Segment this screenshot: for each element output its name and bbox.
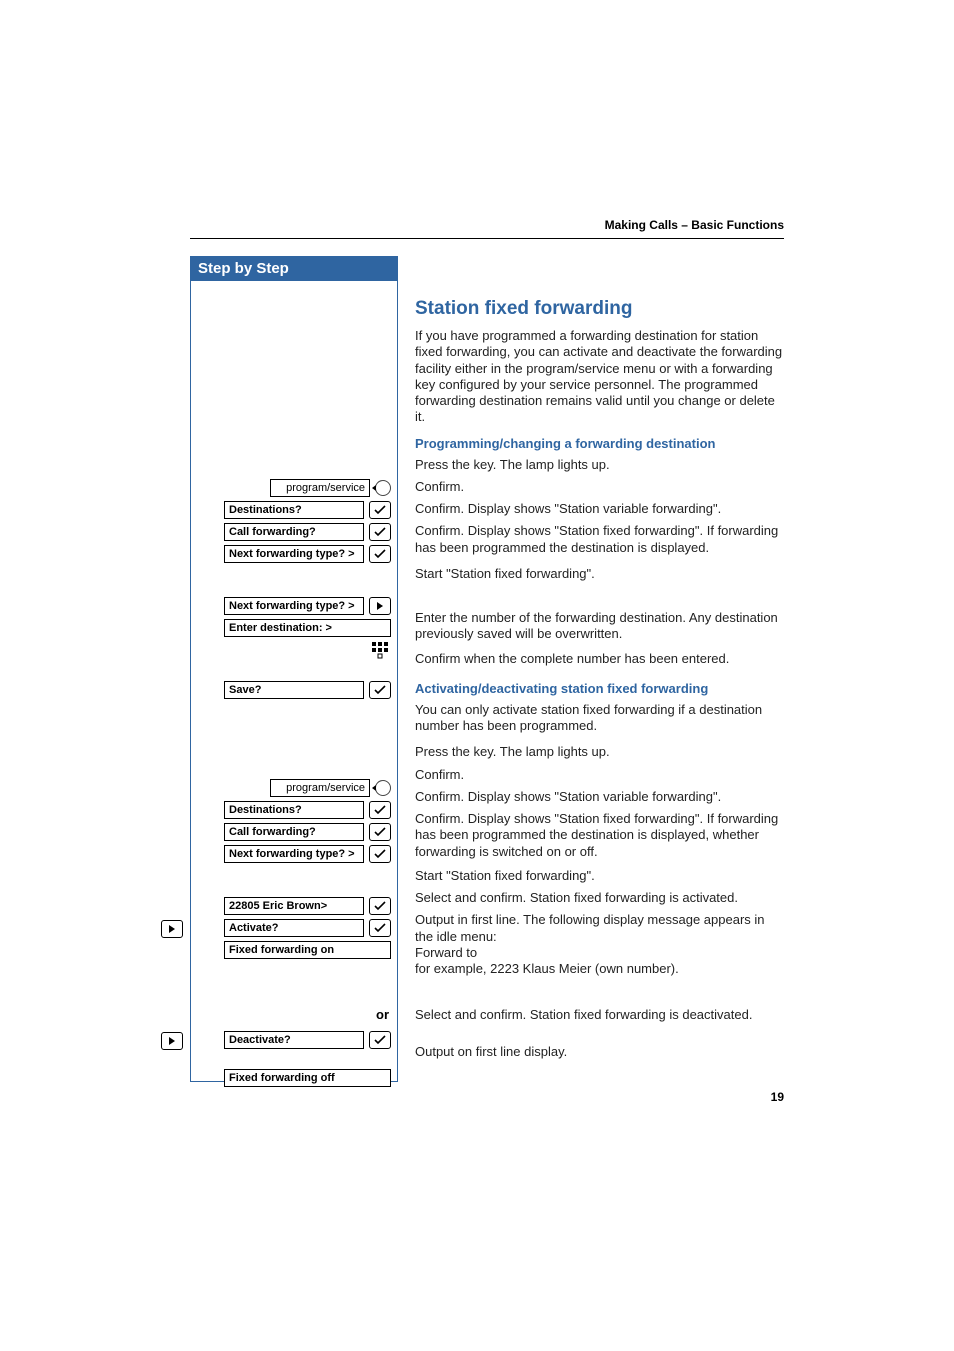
- text-confirm-saved: Confirm when the complete number has bee…: [415, 651, 785, 667]
- label-fixed-on: Fixed forwarding on: [224, 941, 391, 959]
- label-call-forwarding: Call forwarding?: [224, 523, 364, 541]
- section-heading: Station fixed forwarding: [415, 298, 785, 320]
- right-arrow-icon: [161, 920, 183, 939]
- step-destinations-2: Destinations?: [191, 801, 397, 819]
- step-eric-brown: 22805 Eric Brown>: [191, 897, 397, 915]
- text-output-first-line: Output on first line display.: [415, 1044, 785, 1060]
- step-program-service-2: program/service: [191, 779, 397, 797]
- page-number: 19: [771, 1090, 784, 1104]
- label-next-forwarding-type: Next forwarding type? >: [224, 597, 364, 615]
- step-next-forwarding-type-arrow: Next forwarding type? >: [191, 597, 397, 615]
- step-deactivate: Deactivate?: [191, 1031, 397, 1049]
- check-icon: [369, 801, 391, 819]
- text-confirm-1: Confirm.: [415, 479, 785, 495]
- content-column: Station fixed forwarding If you have pro…: [415, 298, 785, 1066]
- text-confirm-variable-1: Confirm. Display shows "Station variable…: [415, 501, 785, 517]
- label-deactivate: Deactivate?: [224, 1031, 364, 1049]
- keypad-icon: [371, 641, 391, 661]
- step-next-forwarding-type-2: Next forwarding type? >: [191, 845, 397, 863]
- step-call-forwarding-1: Call forwarding?: [191, 523, 397, 541]
- subsection-1-heading: Programming/changing a forwarding destin…: [415, 436, 785, 451]
- text-output-first-line-msg: Output in first line. The following disp…: [415, 912, 785, 977]
- text-select-confirm-deactivated: Select and confirm. Station fixed forwar…: [415, 1007, 785, 1023]
- running-header: Making Calls – Basic Functions: [605, 218, 784, 232]
- text-confirm-fixed-played: Confirm. Display shows "Station fixed fo…: [415, 523, 785, 556]
- step-call-forwarding-2: Call forwarding?: [191, 823, 397, 841]
- check-icon: [369, 501, 391, 519]
- step-enter-destination: Enter destination: >: [191, 619, 397, 637]
- lamp-icon: [375, 480, 391, 496]
- label-next-forwarding-type: Next forwarding type? >: [224, 845, 364, 863]
- text-start-fixed-1: Start "Station fixed forwarding".: [415, 566, 785, 582]
- label-next-forwarding-type: Next forwarding type? >: [224, 545, 364, 563]
- step-next-forwarding-type-check: Next forwarding type? >: [191, 545, 397, 563]
- sidebar-title: Step by Step: [190, 256, 398, 281]
- page: Making Calls – Basic Functions Step by S…: [0, 0, 954, 1351]
- check-icon: [369, 897, 391, 915]
- step-fixed-off: Fixed forwarding off: [191, 1069, 397, 1087]
- step-save: Save?: [191, 681, 397, 699]
- label-destinations: Destinations?: [224, 801, 364, 819]
- label-save: Save?: [224, 681, 364, 699]
- check-icon: [369, 681, 391, 699]
- step-destinations-1: Destinations?: [191, 501, 397, 519]
- label-enter-destination: Enter destination: >: [224, 619, 391, 637]
- text-press-key-1: Press the key. The lamp lights up.: [415, 457, 785, 473]
- text-select-confirm-activated: Select and confirm. Station fixed forwar…: [415, 890, 785, 906]
- label-fixed-off: Fixed forwarding off: [224, 1069, 391, 1087]
- sidebar-body: program/service Destinations? Call forwa…: [190, 281, 398, 1082]
- check-icon: [369, 845, 391, 863]
- step-program-service-1: program/service: [191, 479, 397, 497]
- label-call-forwarding: Call forwarding?: [224, 823, 364, 841]
- text-start-fixed-2: Start "Station fixed forwarding".: [415, 868, 785, 884]
- right-arrow-icon: [161, 1032, 183, 1051]
- label-destinations: Destinations?: [224, 501, 364, 519]
- check-icon: [369, 545, 391, 563]
- horizontal-rule: [190, 238, 784, 239]
- text-enter-number: Enter the number of the forwarding desti…: [415, 610, 785, 643]
- step-activate: Activate?: [191, 919, 397, 937]
- check-icon: [369, 823, 391, 841]
- step-by-step-sidebar: Step by Step program/service Destination…: [190, 256, 398, 1082]
- text-confirm-variable-2: Confirm. Display shows "Station variable…: [415, 789, 785, 805]
- check-icon: [369, 523, 391, 541]
- check-icon: [369, 919, 391, 937]
- text-press-key-2: Press the key. The lamp lights up.: [415, 744, 785, 760]
- or-label: or: [376, 1007, 389, 1022]
- check-icon: [369, 1031, 391, 1049]
- step-fixed-on: Fixed forwarding on: [191, 941, 397, 959]
- step-keypad: [191, 641, 397, 661]
- subsection-2-intro: You can only activate station fixed forw…: [415, 702, 785, 735]
- lamp-icon: [375, 780, 391, 796]
- label-program-service: program/service: [270, 479, 370, 497]
- subsection-2-heading: Activating/deactivating station fixed fo…: [415, 681, 785, 696]
- label-eric-brown: 22805 Eric Brown>: [224, 897, 364, 915]
- right-arrow-icon: [369, 597, 391, 615]
- text-confirm-fixed-onoff: Confirm. Display shows "Station fixed fo…: [415, 811, 785, 860]
- text-confirm-2: Confirm.: [415, 767, 785, 783]
- section-intro: If you have programmed a forwarding dest…: [415, 328, 785, 426]
- label-program-service: program/service: [270, 779, 370, 797]
- label-activate: Activate?: [224, 919, 364, 937]
